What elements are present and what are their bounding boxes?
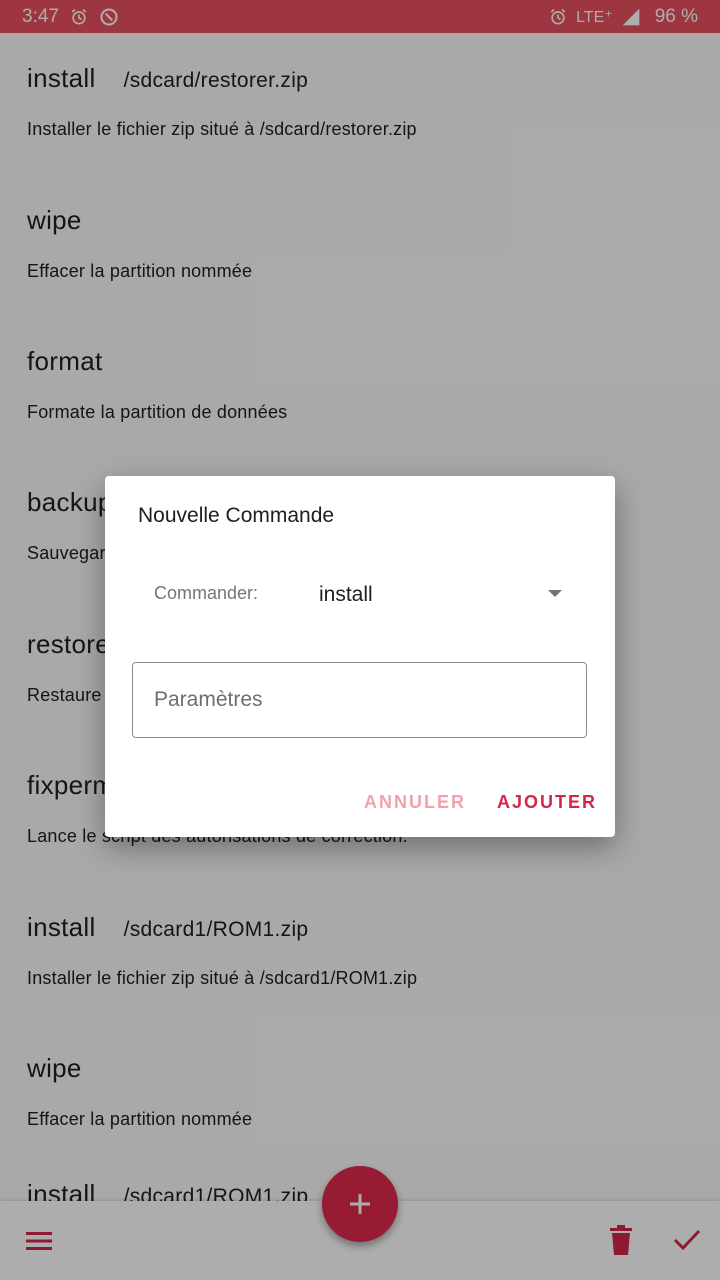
command-name: format	[27, 346, 103, 376]
list-item[interactable]: install/sdcard1/ROM1.zip Installer le fi…	[27, 912, 707, 988]
new-command-dialog: Nouvelle Commande Commander: install ANN…	[105, 476, 615, 837]
list-item[interactable]: format Formate la partition de données	[27, 346, 707, 422]
command-name: install	[27, 912, 96, 942]
command-param: /sdcard1/ROM1.zip	[123, 918, 309, 941]
command-name: install	[27, 63, 96, 93]
dialog-title: Nouvelle Commande	[138, 504, 335, 527]
check-icon[interactable]	[672, 1227, 702, 1253]
command-description: Effacer la partition nommée	[27, 261, 253, 281]
chevron-down-icon[interactable]	[548, 590, 562, 597]
command-name: restore	[27, 629, 111, 659]
cancel-button[interactable]: ANNULER	[364, 792, 466, 813]
command-name: wipe	[27, 1053, 82, 1083]
command-name: wipe	[27, 205, 82, 235]
command-description: Restaure	[27, 685, 102, 705]
status-bar: 3:47 LTE⁺ 96 %	[0, 0, 720, 33]
plus-icon	[350, 1194, 370, 1214]
add-command-fab[interactable]	[322, 1166, 398, 1242]
list-item[interactable]: wipe Effacer la partition nommée	[27, 205, 707, 281]
command-dropdown[interactable]: install	[319, 583, 373, 607]
status-bar-right: LTE⁺ 96 %	[548, 6, 698, 28]
list-item[interactable]: wipe Effacer la partition nommée	[27, 1053, 707, 1129]
command-description: Formate la partition de données	[27, 402, 288, 422]
command-param: /sdcard/restorer.zip	[123, 69, 309, 92]
network-type: LTE⁺	[576, 8, 613, 26]
command-name: backup	[27, 487, 113, 517]
alarm-icon	[71, 8, 87, 25]
status-time: 3:47	[22, 5, 59, 27]
trash-icon[interactable]	[607, 1225, 635, 1255]
battery-level: 96 %	[654, 5, 698, 27]
command-description: Installer le fichier zip situé à /sdcard…	[27, 119, 417, 139]
alarm-icon	[550, 8, 566, 25]
menu-icon[interactable]	[24, 1229, 54, 1253]
add-button[interactable]: AJOUTER	[497, 792, 597, 813]
list-item[interactable]: install/sdcard/restorer.zip Installer le…	[27, 63, 707, 139]
sync-icon	[100, 7, 118, 26]
parameters-input[interactable]	[132, 662, 587, 738]
signal-icon	[622, 8, 640, 25]
command-description: Effacer la partition nommée	[27, 1109, 253, 1129]
command-label: Commander:	[154, 583, 259, 603]
command-description: Installer le fichier zip situé à /sdcard…	[27, 968, 418, 988]
command-param: /sdcard1/ROM1.zip	[123, 1185, 309, 1201]
status-bar-left: 3:47	[22, 6, 119, 28]
command-name: install	[27, 1179, 96, 1201]
